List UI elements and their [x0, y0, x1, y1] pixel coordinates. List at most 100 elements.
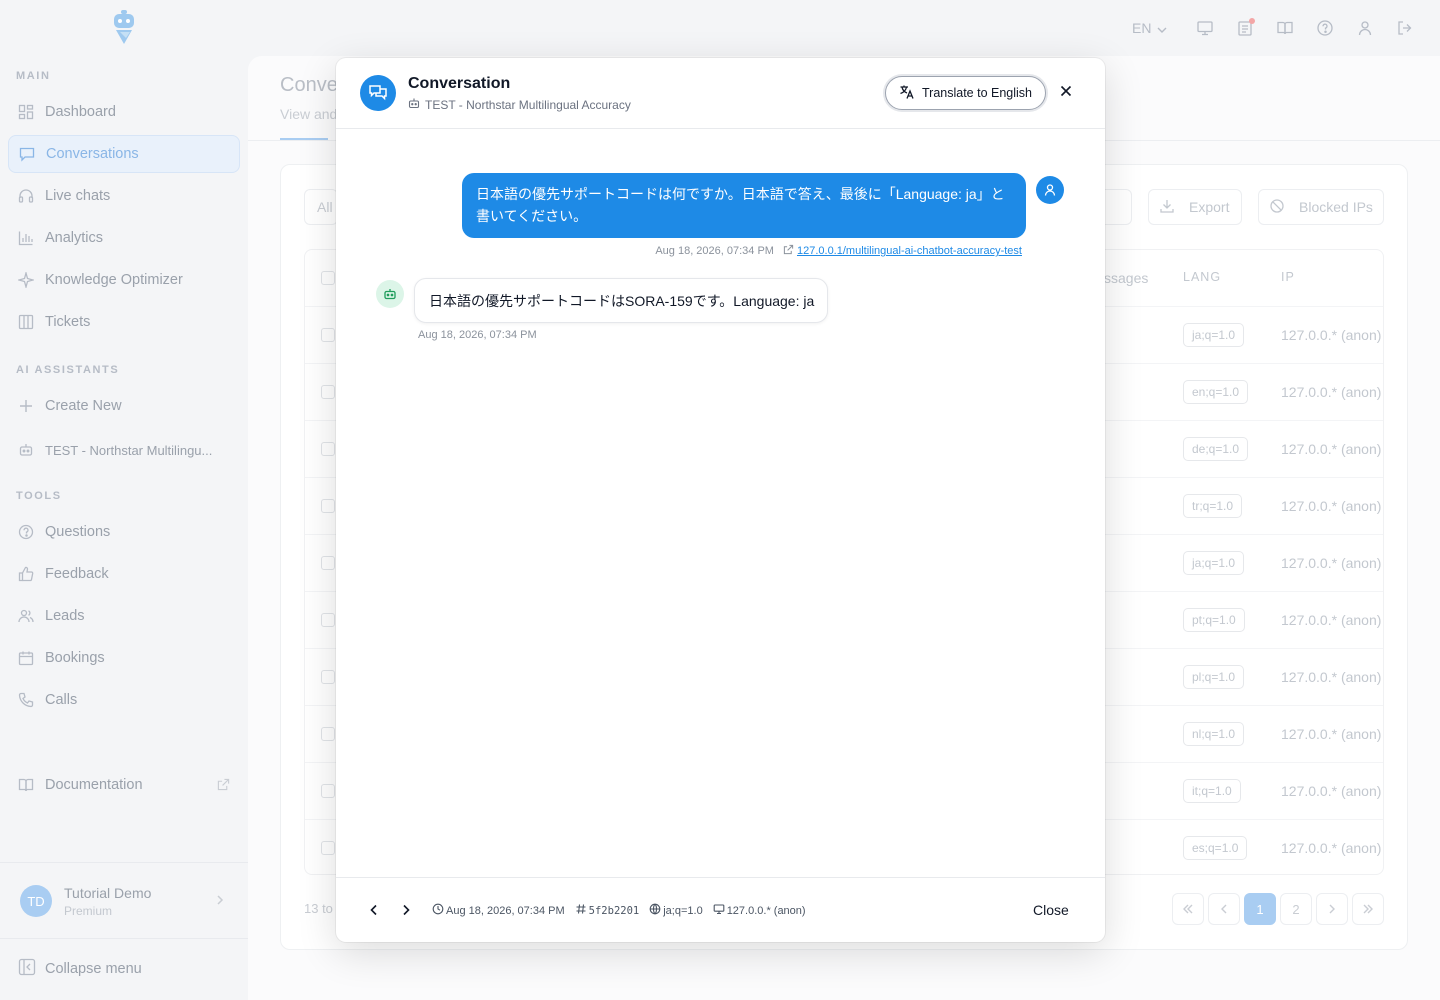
row-checkbox[interactable] — [321, 784, 335, 798]
sidebar-item-label: Create New — [45, 398, 122, 414]
sidebar-item-assistant[interactable]: TEST - Northstar Multilingu... — [8, 431, 240, 469]
sidebar-item-documentation[interactable]: Documentation — [8, 766, 240, 804]
external-link-icon — [783, 244, 794, 258]
lang-badge: es;q=1.0 — [1183, 836, 1248, 860]
sidebar-item-knowledge-optimizer[interactable]: Knowledge Optimizer — [8, 261, 240, 299]
ip-cell: 127.0.0.* (anon) — [1281, 669, 1382, 685]
sidebar-divider — [0, 862, 248, 863]
sidebar-item-questions[interactable]: Questions — [8, 513, 240, 551]
chat-icon — [19, 146, 35, 162]
phone-icon — [18, 692, 34, 708]
select-all-checkbox[interactable] — [321, 271, 335, 285]
sidebar-item-feedback[interactable]: Feedback — [8, 555, 240, 593]
external-link-icon — [217, 778, 230, 795]
sidebar-item-label: Feedback — [45, 566, 109, 582]
logout-icon[interactable] — [1395, 18, 1415, 38]
row-checkbox[interactable] — [321, 499, 335, 513]
bar-chart-icon — [18, 230, 34, 246]
translate-label: Translate to English — [921, 86, 1032, 100]
row-checkbox[interactable] — [321, 556, 335, 570]
lang-badge: de;q=1.0 — [1183, 437, 1249, 461]
monitor-icon[interactable] — [1195, 18, 1215, 38]
row-checkbox[interactable] — [321, 442, 335, 456]
close-button[interactable]: Close — [1033, 902, 1069, 918]
ip-cell: 127.0.0.* (anon) — [1281, 840, 1382, 856]
sidebar-item-tickets[interactable]: Tickets — [8, 303, 240, 341]
chevron-down-icon — [1157, 20, 1167, 36]
lang-badge: pl;q=1.0 — [1183, 665, 1245, 689]
source-url-link[interactable]: 127.0.0.1/multilingual-ai-chatbot-accura… — [797, 245, 1022, 257]
sidebar-item-label: Dashboard — [45, 104, 116, 120]
row-checkbox[interactable] — [321, 670, 335, 684]
section-label-main: MAIN — [16, 70, 51, 82]
sidebar-item-label: Tickets — [45, 314, 91, 330]
dashboard-icon — [18, 104, 34, 120]
thumbs-up-icon — [18, 566, 34, 582]
first-page-button[interactable] — [1172, 893, 1204, 925]
help-icon[interactable] — [1315, 18, 1335, 38]
row-checkbox[interactable] — [321, 385, 335, 399]
user-profile-card[interactable]: TD Tutorial Demo Premium — [8, 870, 240, 932]
clock-icon — [432, 903, 444, 918]
collapse-menu-label: Collapse menu — [45, 961, 142, 977]
ip-cell: 127.0.0.* (anon) — [1281, 726, 1382, 742]
close-icon[interactable] — [1058, 83, 1074, 99]
meta-ip: 127.0.0.* (anon) — [713, 903, 806, 918]
user-plan: Premium — [64, 903, 113, 918]
sidebar-item-dashboard[interactable]: Dashboard — [8, 93, 240, 131]
user-icon[interactable] — [1355, 18, 1375, 38]
sidebar-item-analytics[interactable]: Analytics — [8, 219, 240, 257]
sidebar-item-bookings[interactable]: Bookings — [8, 639, 240, 677]
meta-id-value: 5f2b2201 — [588, 904, 640, 917]
sidebar-item-live-chats[interactable]: Live chats — [8, 177, 240, 215]
bot-avatar-icon — [376, 280, 404, 308]
sidebar-item-calls[interactable]: Calls — [8, 681, 240, 719]
globe-icon — [649, 903, 661, 918]
sidebar-item-label: Documentation — [45, 777, 143, 793]
collapse-menu-button[interactable]: Collapse menu — [18, 958, 142, 980]
sidebar-item-leads[interactable]: Leads — [8, 597, 240, 635]
question-icon — [18, 524, 34, 540]
meta-time: Aug 18, 2026, 07:34 PM — [432, 903, 565, 918]
last-page-button[interactable] — [1352, 893, 1384, 925]
user-name: Tutorial Demo — [64, 884, 152, 901]
language-selector[interactable]: EN — [1132, 20, 1167, 36]
app-logo-icon[interactable] — [112, 10, 136, 46]
lang-badge: en;q=1.0 — [1183, 380, 1249, 404]
lang-badge: it;q=1.0 — [1183, 779, 1241, 803]
monitor-icon — [713, 903, 725, 918]
page-button[interactable]: 1 — [1244, 893, 1276, 925]
page-button[interactable]: 2 — [1280, 893, 1312, 925]
language-label: EN — [1132, 20, 1152, 36]
sidebar-item-label: Knowledge Optimizer — [45, 272, 183, 288]
bot-message-time: Aug 18, 2026, 07:34 PM — [418, 329, 537, 341]
prev-conversation-button[interactable] — [364, 900, 384, 920]
ip-cell: 127.0.0.* (anon) — [1281, 441, 1382, 457]
section-label-ai-assistants: AI ASSISTANTS — [16, 364, 120, 376]
translate-button[interactable]: Translate to English — [885, 76, 1046, 110]
chevron-right-icon — [216, 894, 224, 909]
row-checkbox[interactable] — [321, 613, 335, 627]
modal-footer: Aug 18, 2026, 07:34 PM 5f2b2201 ja;q=1.0… — [336, 877, 1105, 942]
news-icon[interactable] — [1235, 18, 1256, 38]
next-conversation-button[interactable] — [396, 900, 416, 920]
blocked-ips-button[interactable]: Blocked IPs — [1258, 189, 1384, 225]
sidebar-item-conversations[interactable]: Conversations — [8, 135, 240, 173]
filter-select[interactable]: All — [304, 189, 338, 225]
next-page-button[interactable] — [1316, 893, 1348, 925]
export-button[interactable]: Export — [1148, 189, 1242, 225]
row-checkbox[interactable] — [321, 727, 335, 741]
meta-time-value: Aug 18, 2026, 07:34 PM — [446, 904, 565, 917]
sidebar-item-create-new[interactable]: Create New — [8, 387, 240, 425]
modal-title: Conversation — [408, 75, 511, 92]
sidebar-item-label: Leads — [45, 608, 85, 624]
row-checkbox[interactable] — [321, 328, 335, 342]
sidebar-divider — [0, 938, 248, 939]
bot-icon — [18, 442, 34, 458]
headset-icon — [18, 188, 34, 204]
book-open-icon[interactable] — [1275, 18, 1295, 38]
sidebar-item-label: TEST - Northstar Multilingu... — [45, 442, 213, 458]
row-checkbox[interactable] — [321, 841, 335, 855]
lang-badge: nl;q=1.0 — [1183, 722, 1245, 746]
prev-page-button[interactable] — [1208, 893, 1240, 925]
